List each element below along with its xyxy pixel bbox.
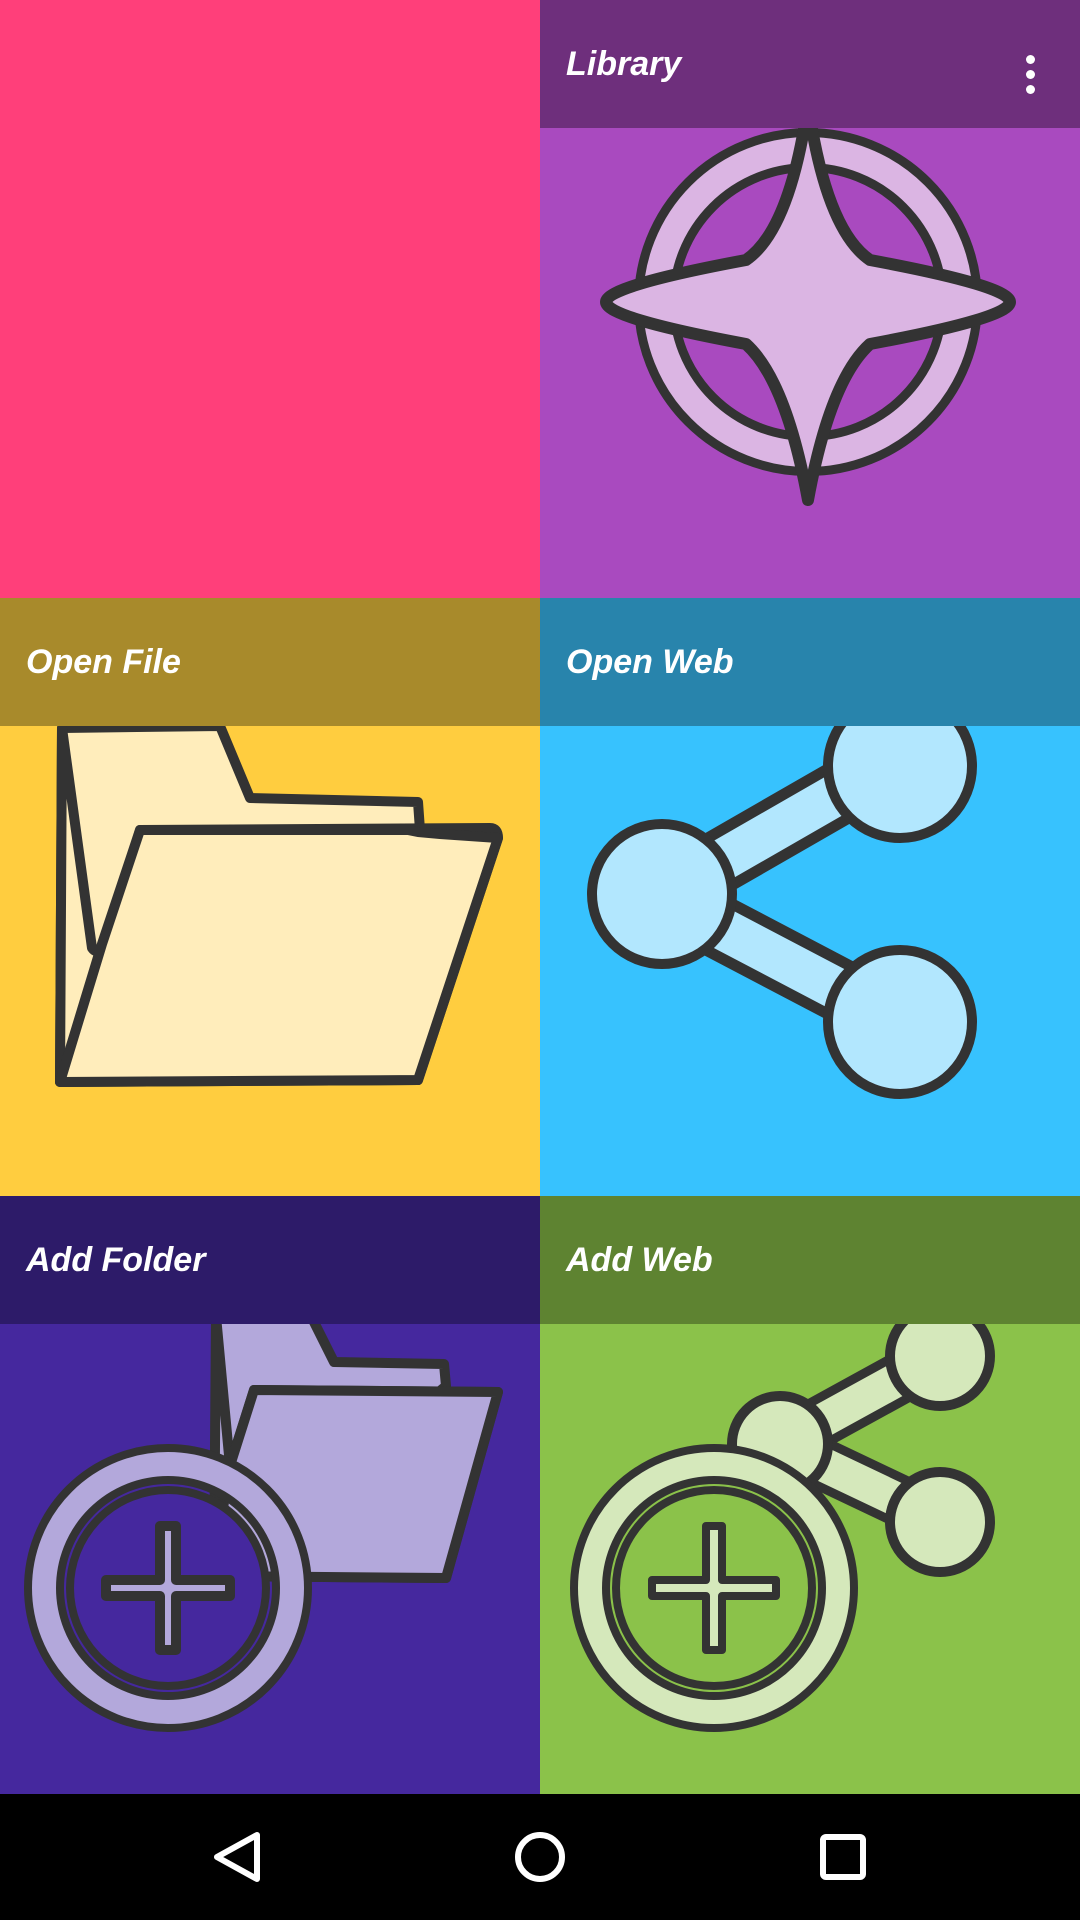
- add-folder-label: Add Folder: [26, 1240, 206, 1279]
- open-web-label: Open Web: [566, 642, 734, 681]
- open-file-label: Open File: [26, 642, 181, 681]
- tile-grid: Library Open File Open Web Add Folder Ad…: [0, 0, 1080, 1794]
- add-web-tile[interactable]: Add Web: [540, 1196, 1080, 1794]
- open-file-tile[interactable]: Open File: [0, 598, 540, 1196]
- more-vert-dot: [1025, 84, 1035, 94]
- recents-square-icon: [820, 1834, 866, 1880]
- recents-button[interactable]: [783, 1812, 903, 1902]
- more-vert-dot: [1025, 69, 1035, 79]
- library-tile[interactable]: Library: [540, 0, 1080, 598]
- home-circle-icon: [515, 1832, 565, 1882]
- more-vert-icon: [1025, 54, 1035, 64]
- screen: Library Open File Open Web Add Folder Ad…: [0, 0, 1080, 1920]
- navigation-bar: [0, 1794, 1080, 1920]
- add-folder-header: Add Folder: [0, 1196, 540, 1324]
- back-triangle-icon: [214, 1832, 260, 1882]
- more-options-button[interactable]: [1010, 44, 1050, 104]
- open-file-header: Open File: [0, 598, 540, 726]
- library-header: Library: [540, 0, 1080, 128]
- add-web-header: Add Web: [540, 1196, 1080, 1324]
- library-label: Library: [566, 44, 682, 83]
- add-web-label: Add Web: [566, 1240, 713, 1279]
- back-button[interactable]: [177, 1812, 297, 1902]
- home-button[interactable]: [480, 1812, 600, 1902]
- add-folder-tile[interactable]: Add Folder: [0, 1196, 540, 1794]
- open-web-tile[interactable]: Open Web: [540, 598, 1080, 1196]
- open-web-header: Open Web: [540, 598, 1080, 726]
- blank-tile: [0, 0, 540, 598]
